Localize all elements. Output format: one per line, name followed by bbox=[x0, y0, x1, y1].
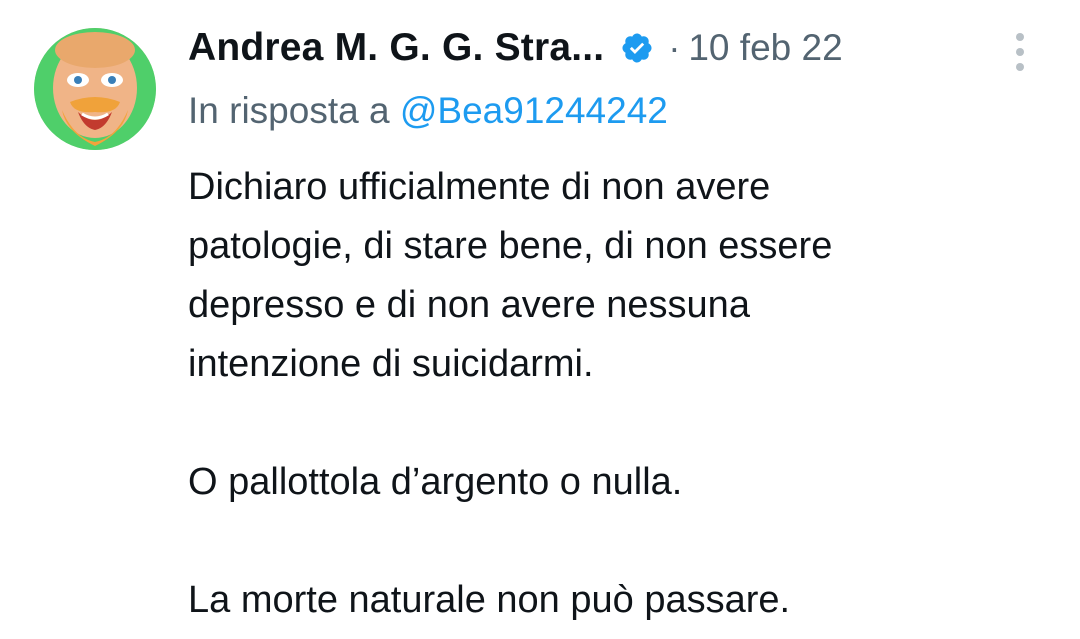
avatar[interactable] bbox=[34, 28, 156, 150]
tweet-text-line: Dichiaro ufficialmente di non avere bbox=[188, 166, 771, 208]
verified-badge-icon bbox=[620, 31, 654, 65]
tweet-text-line: depresso e di non avere nessuna bbox=[188, 284, 750, 326]
reply-handle-link[interactable]: @Bea91244242 bbox=[400, 90, 668, 131]
tweet-text-line: intenzione di suicidarmi. bbox=[188, 343, 594, 385]
avatar-face-icon bbox=[34, 28, 156, 150]
tweet-date[interactable]: 10 feb 22 bbox=[688, 27, 842, 69]
reply-context: In risposta a @Bea91244242 bbox=[188, 90, 668, 132]
tweet: Andrea M. G. G. Stra... · 10 feb 22 In r… bbox=[0, 0, 1080, 639]
tweet-paragraph: O pallottola d’argento o nulla. bbox=[188, 461, 683, 503]
separator-dot: · bbox=[668, 27, 681, 68]
tweet-text-line: patologie, di stare bene, di non essere bbox=[188, 225, 833, 267]
reply-prefix: In risposta a bbox=[188, 90, 390, 131]
author-name[interactable]: Andrea M. G. G. Stra... bbox=[188, 26, 604, 70]
tweet-text: Dichiaro ufficialmente di non avere pato… bbox=[188, 158, 1048, 630]
tweet-header: Andrea M. G. G. Stra... · 10 feb 22 bbox=[188, 22, 843, 74]
more-options-icon[interactable] bbox=[1008, 30, 1032, 74]
tweet-paragraph: La morte naturale non può passare. bbox=[188, 579, 791, 621]
